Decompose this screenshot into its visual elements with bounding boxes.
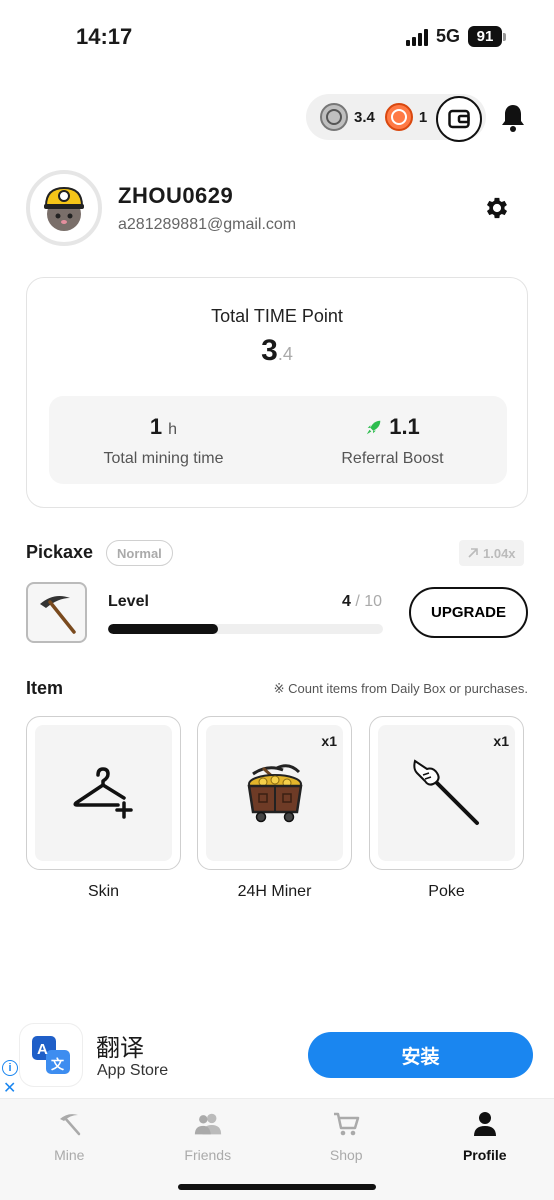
upgrade-button[interactable]: UPGRADE (409, 587, 528, 638)
username: ZHOU0629 (118, 183, 234, 208)
item-name: Poke (428, 883, 465, 900)
wallet-button[interactable] (436, 96, 482, 142)
level-current: 4 (342, 593, 351, 610)
miner-avatar-icon (44, 186, 84, 231)
referral-boost-stat: 1.1 Referral Boost (278, 396, 507, 484)
level-max: 10 (364, 593, 383, 610)
level-progress-bar (108, 624, 383, 634)
ad-subtitle: App Store (97, 1062, 169, 1079)
nav-label: Shop (329, 1147, 363, 1163)
mine-cart-icon (247, 764, 302, 823)
level-separator: / (350, 593, 365, 610)
cart-icon (331, 1109, 361, 1139)
network-type: 5G (435, 26, 460, 46)
item-qty: x1 (321, 733, 337, 749)
nav-label: Mine (54, 1147, 85, 1163)
arrow-up-right-icon (468, 548, 478, 558)
home-indicator[interactable] (178, 1184, 376, 1190)
svg-text:文: 文 (51, 1057, 65, 1073)
pickaxe-icon (39, 595, 76, 634)
time-coin-icon (320, 103, 348, 131)
ad-close-icon[interactable]: ✕ (3, 1078, 16, 1098)
mining-time-stat: 1 h Total mining time (49, 396, 278, 484)
battery-icon: 91 (468, 26, 506, 47)
status-time: 14:17 (76, 24, 133, 49)
poke-stick-icon (412, 759, 479, 825)
item-name: 24H Miner (237, 883, 312, 900)
level-progress-fill (108, 624, 218, 634)
ad-title: 翻译 (96, 1035, 144, 1062)
level-count: 4 / 10 (342, 593, 382, 611)
wallet-icon (448, 109, 470, 129)
total-value-integer: 3 (261, 334, 278, 367)
nav-label: Profile (462, 1147, 507, 1163)
rocket-icon (367, 420, 381, 435)
svg-text:A: A (37, 1041, 48, 1058)
pickaxe-multiplier-badge: 1.04x (459, 540, 524, 566)
time-balance: 3.4 (354, 108, 375, 126)
gear-icon (486, 197, 508, 219)
status-indicators: 5G 91 (405, 26, 506, 47)
item-card-skin[interactable] (26, 716, 181, 870)
item-card-poke[interactable]: x1 (369, 716, 524, 870)
mining-time-value: 1 (149, 414, 163, 439)
item-qty: x1 (493, 733, 509, 749)
battery-level: 91 (468, 26, 502, 47)
mining-time-label: Total mining time (103, 450, 224, 467)
friends-icon (193, 1109, 223, 1139)
stats-box: 1 h Total mining time 1.1 Referral Boost (49, 396, 507, 484)
avatar[interactable] (26, 170, 102, 246)
nav-label: Friends (184, 1147, 232, 1163)
translate-app-icon: A 文 (20, 1024, 82, 1086)
status-bar: 14:17 5G 91 (0, 0, 554, 76)
person-icon (470, 1109, 500, 1139)
ad-banner[interactable]: A 文 翻译 App Store 安装 i ✕ (0, 1018, 554, 1098)
mining-time-unit: h (168, 421, 178, 438)
clock-coin-icon (384, 103, 413, 131)
total-value-decimal: .4 (277, 344, 293, 364)
pickaxe-grade-badge: Normal (106, 540, 173, 566)
referral-boost-value: 1.1 (389, 414, 420, 439)
settings-button[interactable] (482, 193, 512, 223)
ad-install-button[interactable]: 安装 (308, 1032, 533, 1078)
nav-item-mine[interactable]: Mine (0, 1099, 139, 1200)
item-title: Item (26, 678, 64, 698)
total-title: Total TIME Point (211, 306, 343, 326)
nav-item-profile[interactable]: Profile (416, 1099, 554, 1200)
email: a281289881@gmail.com (118, 216, 297, 233)
pickaxe-title: Pickaxe (26, 542, 94, 562)
hanger-plus-icon (72, 767, 133, 819)
level-label: Level (108, 593, 149, 610)
pickaxe-icon (54, 1109, 84, 1139)
ad-info-icon[interactable]: i (2, 1060, 18, 1076)
pickaxe-thumbnail[interactable] (26, 582, 87, 643)
referral-boost-label: Referral Boost (341, 450, 444, 467)
item-name: Skin (87, 883, 120, 900)
total-time-card: Total TIME Point 3.4 1 h Total mining ti… (26, 277, 528, 508)
notification-button[interactable] (497, 100, 529, 136)
item-card-24h-miner[interactable]: x1 (197, 716, 352, 870)
pickaxe-multiplier: 1.04x (483, 545, 516, 561)
clock-balance: 1 (418, 108, 428, 126)
total-value: 3.4 (27, 334, 527, 368)
signal-icon (405, 28, 428, 46)
item-note: ※ Count items from Daily Box or purchase… (273, 681, 528, 696)
bell-icon (502, 105, 524, 132)
